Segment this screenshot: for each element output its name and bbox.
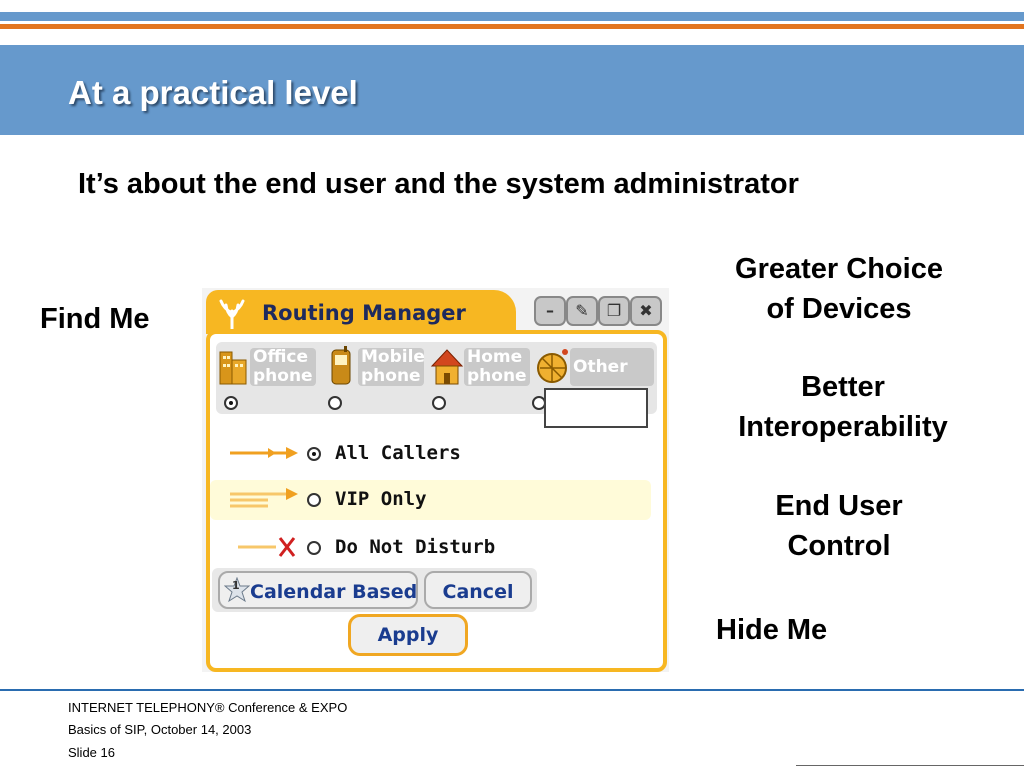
benefit-line: Interoperability (738, 411, 948, 443)
calendar-badge: 1 (232, 579, 240, 592)
benefit-line: Better (801, 371, 885, 403)
device-label-line: phone (253, 366, 313, 386)
device-label: Mobile phone (358, 347, 425, 386)
office-building-icon (219, 351, 247, 385)
device-radio-home[interactable] (432, 396, 446, 410)
slide-title: At a practical level (68, 74, 358, 111)
device-label-line: Home (467, 347, 523, 367)
other-device-input[interactable] (544, 388, 648, 428)
footer-rule (0, 689, 1024, 691)
device-label: Other (570, 348, 654, 386)
footer-session: Basics of SIP, October 14, 2003 (68, 722, 252, 737)
device-label-line: Mobile (361, 347, 425, 367)
device-radio-mobile[interactable] (328, 396, 342, 410)
device-label: Home phone (464, 348, 530, 386)
device-label-line: phone (361, 366, 421, 386)
top-blue-stripe (0, 12, 1024, 21)
device-home-phone[interactable]: Home phone (430, 346, 530, 386)
benefit-line: of Devices (766, 293, 912, 325)
benefit-line: End User (775, 490, 903, 522)
device-label-line: Office (253, 347, 309, 367)
routing-logo-icon (219, 299, 245, 329)
benefit-interoperability: Better Interoperability (710, 367, 976, 447)
device-other[interactable]: Other (536, 346, 654, 386)
apply-button[interactable]: Apply (348, 614, 468, 656)
slide-subtitle: It’s about the end user and the system a… (78, 168, 799, 200)
device-radio-office[interactable] (224, 396, 238, 410)
restore-icon[interactable]: ❐ (598, 296, 630, 326)
satellite-dish-icon (537, 349, 568, 383)
routing-manager-tab: Routing Manager (206, 290, 516, 334)
cancel-button[interactable]: Cancel (424, 571, 532, 609)
corner-line (796, 765, 1024, 766)
benefit-greater-choice: Greater Choice of Devices (700, 249, 978, 329)
device-label-line: phone (467, 366, 527, 386)
find-me-label: Find Me (40, 303, 150, 335)
mobile-phone-icon (331, 346, 351, 385)
close-icon[interactable]: ✖ (630, 296, 662, 326)
benefit-line: Control (787, 530, 891, 562)
device-label: Office phone (250, 348, 316, 386)
benefit-end-user-control: End User Control (700, 486, 978, 566)
house-icon (430, 349, 464, 385)
routing-manager-title: Routing Manager (262, 301, 466, 325)
device-mobile-phone[interactable]: Mobile phone (324, 346, 425, 386)
calendar-based-button[interactable]: 1 Calendar Based (218, 571, 418, 609)
device-label-line: Other (573, 357, 628, 377)
button-bar-wrap: 1 Calendar Based Cancel (212, 568, 537, 612)
device-office-phone[interactable]: Office phone (216, 346, 316, 386)
calendar-based-label: Calendar Based (250, 581, 418, 603)
footer-conference: INTERNET TELEPHONY® Conference & EXPO (68, 700, 348, 715)
footer-slide-number: Slide 16 (68, 745, 115, 760)
edit-icon[interactable]: ✎ (566, 296, 598, 326)
benefit-line: Greater Choice (735, 253, 943, 285)
top-orange-stripe (0, 24, 1024, 29)
hide-me-label: Hide Me (716, 614, 828, 646)
minimize-icon[interactable]: – (534, 296, 566, 326)
